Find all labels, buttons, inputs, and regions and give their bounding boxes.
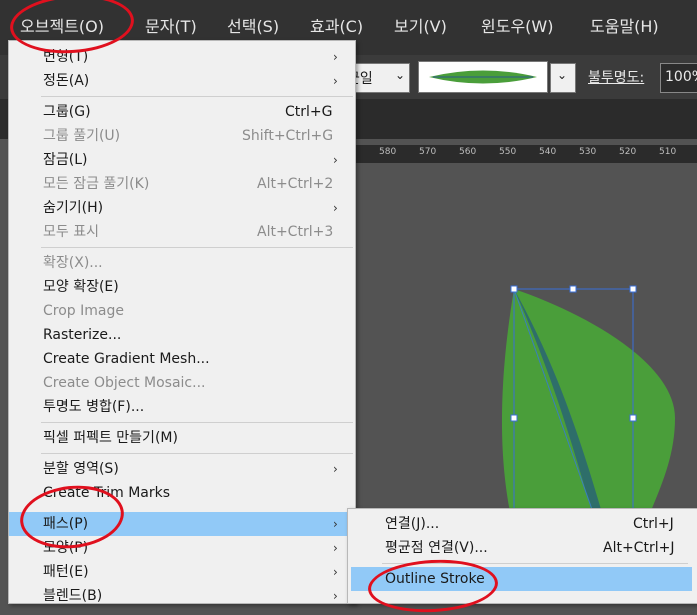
menu-divider <box>41 247 353 248</box>
menu-help[interactable]: 도움말(H) <box>590 14 659 40</box>
chevron-down-icon: ⌄ <box>394 68 405 82</box>
chevron-right-icon: › <box>333 201 338 215</box>
menu-item-pattern[interactable]: 패턴(E) › <box>9 560 355 584</box>
menu-item-label: 모양 확장(E) <box>43 279 119 295</box>
ruler-tick: 580 <box>379 147 397 157</box>
menu-item-shortcut: Ctrl+J <box>633 516 674 532</box>
chevron-right-icon: › <box>333 462 338 476</box>
menu-item-label: 모두 표시 <box>43 224 99 240</box>
ruler-tick: 510 <box>659 147 677 157</box>
brush-dropdown[interactable]: ⌄ <box>550 63 576 93</box>
menu-item-label: Crop Image <box>43 303 124 319</box>
menu-item-group[interactable]: 그룹(G) Ctrl+G <box>9 100 355 124</box>
menu-window[interactable]: 윈도우(W) <box>481 14 553 40</box>
menu-item-shortcut: Ctrl+G <box>285 104 333 120</box>
menu-item-flatten-transparency[interactable]: 투명도 병합(F)... <box>9 395 355 419</box>
chevron-right-icon: › <box>333 565 338 579</box>
menu-item-label: 투명도 병합(F)... <box>43 399 145 415</box>
menu-item-label: 확장(X)... <box>43 255 103 271</box>
menu-item-shortcut: Shift+Ctrl+G <box>242 128 334 144</box>
menu-view[interactable]: 보기(V) <box>394 14 447 40</box>
opacity-field[interactable]: 100% <box>660 63 697 93</box>
menu-item-label: 연결(J)... <box>385 516 440 532</box>
menu-item-arrange[interactable]: 정돈(A) › <box>9 69 355 93</box>
menu-item-label: 정돈(A) <box>43 73 90 89</box>
menu-divider <box>41 422 353 423</box>
menu-item-crop-image[interactable]: Crop Image <box>9 299 355 323</box>
chevron-right-icon: › <box>333 517 338 531</box>
chevron-down-icon: ⌄ <box>557 68 568 82</box>
menu-item-expand-appearance[interactable]: 모양 확장(E) <box>9 275 355 299</box>
menu-item-ungroup[interactable]: 그룹 풀기(U) Shift+Ctrl+G <box>9 124 355 148</box>
menu-item-label: Create Gradient Mesh... <box>43 351 210 367</box>
menu-item-rasterize[interactable]: Rasterize... <box>9 323 355 347</box>
menu-item-label: 그룹 풀기(U) <box>43 128 121 144</box>
menu-item-label: 패턴(E) <box>43 564 89 580</box>
menu-item-object-mosaic[interactable]: Create Object Mosaic... <box>9 371 355 395</box>
ruler-tick: 540 <box>539 147 557 157</box>
menu-select[interactable]: 선택(S) <box>227 14 279 40</box>
ruler-tick: 550 <box>499 147 517 157</box>
leaf-brush-icon <box>429 70 537 84</box>
menu-item-label: Create Object Mosaic... <box>43 375 206 391</box>
menu-item-label: 잠금(L) <box>43 152 88 168</box>
ruler-tick: 570 <box>419 147 437 157</box>
menu-item-label: 블렌드(B) <box>43 588 103 604</box>
menu-item-average[interactable]: 평균점 연결(V)... Alt+Ctrl+J <box>348 536 697 560</box>
chevron-right-icon: › <box>333 153 338 167</box>
menu-item-expand[interactable]: 확장(X)... <box>9 251 355 275</box>
menu-divider <box>41 96 353 97</box>
menu-item-shortcut: Alt+Ctrl+J <box>603 540 675 556</box>
menu-item-shortcut: Alt+Ctrl+3 <box>257 224 334 240</box>
menu-item-label: Rasterize... <box>43 327 122 343</box>
menu-item-label: 평균점 연결(V)... <box>385 540 488 556</box>
menu-item-gradient-mesh[interactable]: Create Gradient Mesh... <box>9 347 355 371</box>
brush-preview[interactable] <box>418 61 548 93</box>
menu-item-label: 그룹(G) <box>43 104 91 120</box>
menu-item-slice[interactable]: 분할 영역(S) › <box>9 457 355 481</box>
menu-item-unlock-all[interactable]: 모든 잠금 풀기(K) Alt+Ctrl+2 <box>9 172 355 196</box>
menu-item-label: 픽셀 퍼펙트 만들기(M) <box>43 430 178 446</box>
chevron-right-icon: › <box>333 541 338 555</box>
menu-item-shortcut: Alt+Ctrl+2 <box>257 176 334 192</box>
horizontal-ruler: 580 570 560 550 540 530 520 510 <box>355 145 697 164</box>
menu-item-blend[interactable]: 블렌드(B) › <box>9 584 355 608</box>
menu-item-label: 숨기기(H) <box>43 200 104 216</box>
menu-item-label: 모든 잠금 풀기(K) <box>43 176 150 192</box>
menu-item-lock[interactable]: 잠금(L) › <box>9 148 355 172</box>
menu-item-join[interactable]: 연결(J)... Ctrl+J <box>348 512 697 536</box>
opacity-value: 100% <box>665 69 697 85</box>
opacity-label[interactable]: 불투명도: <box>588 67 644 87</box>
chevron-right-icon: › <box>333 74 338 88</box>
menu-effect[interactable]: 효과(C) <box>310 14 363 40</box>
menu-item-hide[interactable]: 숨기기(H) › <box>9 196 355 220</box>
ruler-tick: 520 <box>619 147 637 157</box>
menu-type[interactable]: 문자(T) <box>145 14 197 40</box>
chevron-right-icon: › <box>333 50 338 64</box>
chevron-right-icon: › <box>333 589 338 603</box>
ruler-tick: 530 <box>579 147 597 157</box>
ruler-tick: 560 <box>459 147 477 157</box>
menu-item-show-all[interactable]: 모두 표시 Alt+Ctrl+3 <box>9 220 355 244</box>
menu-divider <box>41 453 353 454</box>
menu-item-label: 분할 영역(S) <box>43 461 119 477</box>
menu-item-pixel-perfect[interactable]: 픽셀 퍼펙트 만들기(M) <box>9 426 355 450</box>
